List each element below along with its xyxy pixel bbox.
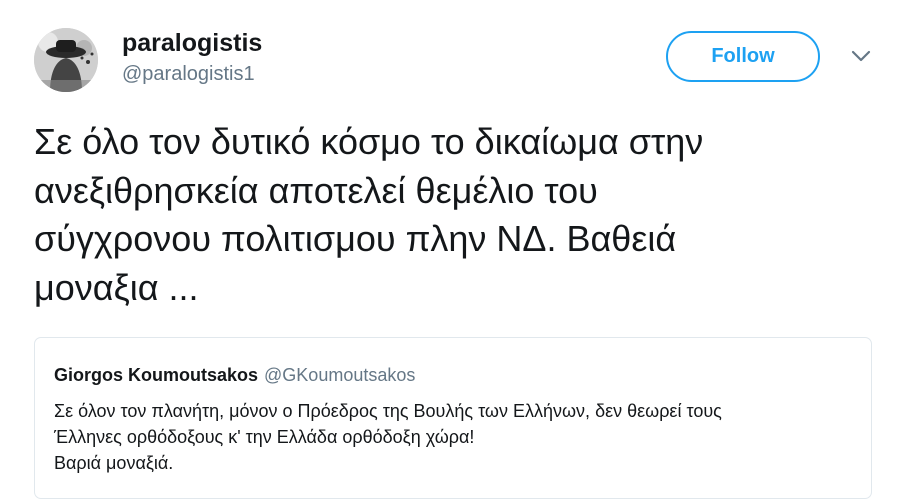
author-handle[interactable]: @paralogistis1: [122, 62, 255, 86]
follow-button[interactable]: Follow: [666, 31, 820, 82]
chevron-down-icon[interactable]: [848, 46, 874, 66]
quoted-tweet-header: Giorgos Koumoutsakos @GKoumoutsakos: [54, 364, 415, 386]
quoted-tweet-text: Σε όλον τον πλανήτη, μόνον ο Πρόεδρος τη…: [54, 401, 722, 473]
quoted-tweet[interactable]: Giorgos Koumoutsakos @GKoumoutsakos Σε όλ…: [34, 337, 872, 499]
quoted-author-handle: @GKoumoutsakos: [264, 365, 416, 385]
avatar[interactable]: [34, 28, 98, 92]
avatar-image: [34, 28, 98, 92]
quoted-author-name: Giorgos Koumoutsakos: [54, 365, 259, 385]
tweet-text: Σε όλο τον δυτικό κόσμο το δικαίωμα στην…: [34, 121, 704, 308]
author-name[interactable]: paralogistis: [122, 28, 262, 58]
tweet-card: paralogistis @paralogistis1 Follow Σε όλ…: [0, 0, 908, 500]
